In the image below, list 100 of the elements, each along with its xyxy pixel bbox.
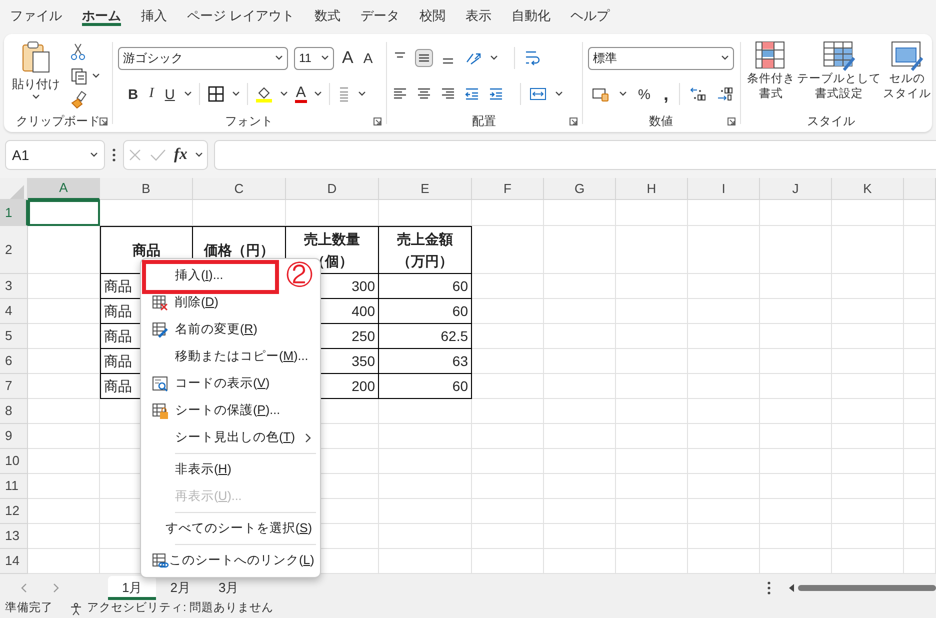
empty-cell[interactable] [616,524,688,549]
empty-cell[interactable] [688,424,760,449]
column-header[interactable]: I [688,178,760,200]
empty-cell[interactable] [616,324,688,349]
column-header[interactable]: H [616,178,688,200]
row-header[interactable]: 6 [0,349,28,374]
empty-cell[interactable] [688,524,760,549]
decrease-indent-icon[interactable] [464,86,480,102]
row-header[interactable]: 14 [0,549,28,574]
empty-cell[interactable] [688,474,760,499]
empty-cell[interactable] [616,299,688,324]
row-header[interactable]: 5 [0,324,28,349]
empty-cell[interactable] [904,524,936,549]
decrease-decimal-icon[interactable] [716,86,734,102]
conditional-format-button[interactable]: 条件付き 書式 [746,40,796,112]
empty-cell[interactable] [760,449,832,474]
empty-cell[interactable] [760,524,832,549]
empty-cell[interactable] [904,499,936,524]
empty-cell[interactable] [616,374,688,399]
column-header[interactable] [904,178,936,200]
empty-cell[interactable] [832,499,904,524]
menu-item[interactable]: 非表示(H) [141,456,320,483]
fill-color-icon[interactable] [254,85,273,103]
empty-cell[interactable] [472,399,544,424]
percent-button[interactable]: % [636,84,652,104]
empty-cell[interactable] [688,274,760,299]
insert-function-button[interactable]: fx [174,145,188,165]
empty-cell[interactable] [832,226,904,274]
more-options-icon[interactable] [111,148,117,162]
column-header[interactable]: E [379,178,472,200]
ribbon-tab[interactable]: データ [350,6,410,26]
table-cell[interactable]: 62.5 [379,324,472,349]
empty-cell[interactable] [472,226,544,274]
empty-cell[interactable] [286,200,379,226]
ribbon-tab[interactable]: 自動化 [502,6,561,26]
column-header[interactable]: C [193,178,286,200]
empty-cell[interactable] [472,200,544,226]
empty-cell[interactable] [688,324,760,349]
next-sheet-icon[interactable] [52,582,60,594]
caret-icon[interactable] [32,94,40,100]
empty-cell[interactable] [832,299,904,324]
empty-cell[interactable] [616,200,688,226]
horizontal-scrollbar[interactable] [788,582,936,594]
empty-cell[interactable] [832,524,904,549]
format-as-table-button[interactable]: テーブルとして 書式設定 [796,40,882,112]
caret-icon[interactable] [90,152,98,158]
borders-icon[interactable] [206,85,225,103]
empty-cell[interactable] [688,449,760,474]
shrink-font-button[interactable]: A [361,48,375,68]
caret-icon[interactable] [490,55,498,61]
empty-cell[interactable] [544,449,616,474]
empty-cell[interactable] [472,449,544,474]
caret-icon[interactable] [321,55,329,61]
empty-cell[interactable] [472,499,544,524]
empty-cell[interactable] [544,524,616,549]
empty-cell[interactable] [904,424,936,449]
enter-icon[interactable] [150,148,166,162]
empty-cell[interactable] [904,200,936,226]
empty-cell[interactable] [544,349,616,374]
caret-icon[interactable] [275,55,283,61]
empty-cell[interactable] [544,226,616,274]
caret-icon[interactable] [280,91,288,97]
column-header[interactable]: D [286,178,379,200]
empty-cell[interactable] [616,274,688,299]
italic-button[interactable]: I [147,84,156,104]
caret-icon[interactable] [232,91,240,97]
bold-button[interactable]: B [126,84,140,104]
empty-cell[interactable] [688,349,760,374]
empty-cell[interactable] [832,274,904,299]
empty-cell[interactable] [544,274,616,299]
grow-font-button[interactable]: A [340,48,356,68]
formula-input[interactable] [214,140,936,170]
dialog-launcher-icon[interactable] [727,117,736,126]
empty-cell[interactable] [760,349,832,374]
empty-cell[interactable] [379,399,472,424]
row-header[interactable]: 11 [0,474,28,499]
menu-item[interactable]: すべてのシートを選択(S) [141,515,320,542]
row-header[interactable]: 9 [0,424,28,449]
empty-cell[interactable] [544,200,616,226]
empty-cell[interactable] [616,499,688,524]
row-header[interactable]: 8 [0,399,28,424]
underline-button[interactable]: U [162,84,177,104]
increase-indent-icon[interactable] [488,86,504,102]
empty-cell[interactable] [544,374,616,399]
caret-icon[interactable] [92,73,100,79]
empty-cell[interactable] [616,349,688,374]
row-header[interactable]: 3 [0,274,28,299]
empty-cell[interactable] [688,299,760,324]
empty-cell[interactable] [760,226,832,274]
empty-cell[interactable] [379,524,472,549]
ribbon-tab[interactable]: 校閲 [410,6,456,26]
more-options-icon[interactable] [766,581,772,595]
number-format-field[interactable]: 標準 [588,46,734,70]
empty-cell[interactable] [760,324,832,349]
empty-cell[interactable] [760,474,832,499]
empty-cell[interactable] [472,374,544,399]
row-header[interactable]: 2 [0,226,28,274]
empty-cell[interactable] [472,349,544,374]
column-header[interactable]: K [832,178,904,200]
empty-cell[interactable] [688,399,760,424]
